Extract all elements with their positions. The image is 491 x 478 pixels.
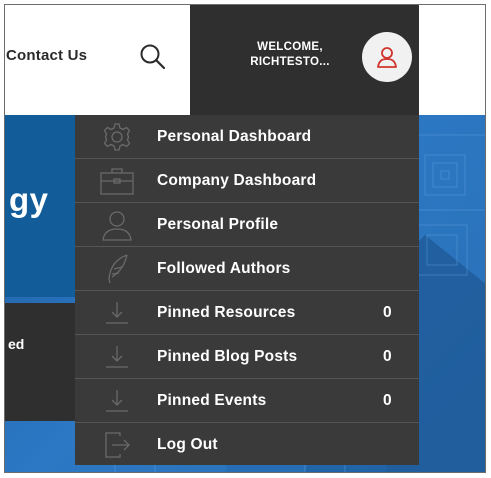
briefcase-icon	[95, 165, 139, 197]
avatar[interactable]	[362, 32, 412, 82]
hero-title: gy	[9, 181, 49, 218]
search-icon	[140, 44, 166, 70]
menu-item-pinned-events[interactable]: Pinned Events 0	[75, 379, 419, 423]
menu-item-label: Pinned Resources	[157, 304, 296, 321]
menu-item-personal-profile[interactable]: Personal Profile	[75, 203, 419, 247]
menu-item-personal-dashboard[interactable]: Personal Dashboard	[75, 115, 419, 159]
menu-item-company-dashboard[interactable]: Company Dashboard	[75, 159, 419, 203]
hero-text-panel: ed	[5, 303, 75, 421]
feather-icon	[95, 253, 139, 285]
search-button[interactable]	[137, 41, 169, 73]
hero-text: ed	[8, 336, 25, 352]
contact-us-link[interactable]: Contact Us	[6, 47, 87, 64]
gear-icon	[95, 121, 139, 153]
menu-item-label: Pinned Events	[157, 392, 267, 409]
download-icon	[95, 341, 139, 373]
logout-icon	[95, 429, 139, 461]
menu-item-count: 0	[383, 304, 392, 321]
menu-item-label: Pinned Blog Posts	[157, 348, 298, 365]
welcome-line-1: WELCOME,	[257, 41, 323, 53]
person-icon	[95, 209, 139, 241]
user-account-panel[interactable]: WELCOME, RICHTESTO...	[190, 5, 419, 115]
menu-item-count: 0	[383, 392, 392, 409]
site-header: Contact Us WELCOME, RICHTESTO...	[5, 5, 485, 115]
menu-item-count: 0	[383, 348, 392, 365]
user-icon	[377, 47, 397, 68]
menu-item-label: Log Out	[157, 436, 218, 453]
menu-item-label: Followed Authors	[157, 260, 291, 277]
hero-title-panel: gy	[5, 115, 75, 297]
menu-item-followed-authors[interactable]: Followed Authors	[75, 247, 419, 291]
menu-item-label: Company Dashboard	[157, 172, 317, 189]
user-dropdown-menu: Personal Dashboard Company Dashboard Per…	[75, 115, 419, 465]
browser-viewport: Contact Us WELCOME, RICHTESTO... gy ed P…	[4, 4, 486, 473]
menu-item-log-out[interactable]: Log Out	[75, 423, 419, 466]
welcome-text: WELCOME, RICHTESTO...	[240, 40, 340, 70]
download-icon	[95, 385, 139, 417]
menu-item-pinned-resources[interactable]: Pinned Resources 0	[75, 291, 419, 335]
menu-item-label: Personal Dashboard	[157, 128, 312, 145]
download-icon	[95, 297, 139, 329]
menu-item-label: Personal Profile	[157, 216, 279, 233]
menu-item-pinned-blog-posts[interactable]: Pinned Blog Posts 0	[75, 335, 419, 379]
welcome-username: RICHTESTO...	[250, 56, 330, 68]
